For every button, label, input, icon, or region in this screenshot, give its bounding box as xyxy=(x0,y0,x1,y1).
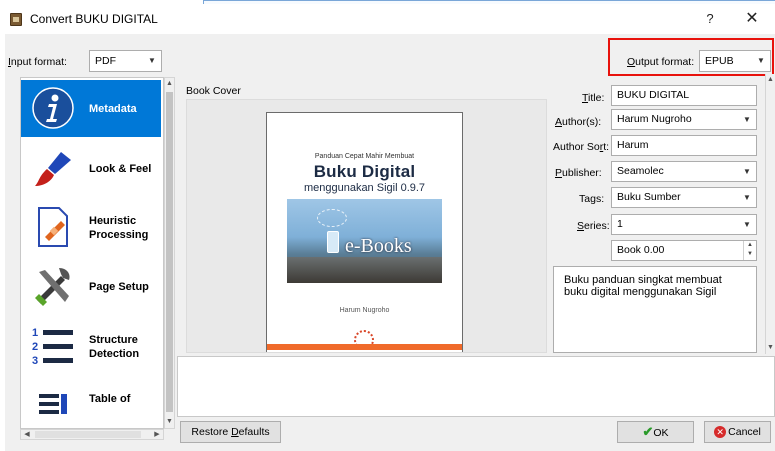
tags-combobox[interactable]: Buku Sumber ▼ xyxy=(611,187,757,208)
cover-small-text: Panduan Cepat Mahir Membuat xyxy=(314,153,415,160)
input-format-label: Input format: xyxy=(8,56,67,68)
book-number-value: Book 0.00 xyxy=(617,244,665,256)
publisher-combobox[interactable]: Seamolec ▼ xyxy=(611,161,757,182)
series-label: Series: xyxy=(577,220,610,232)
city-skyline xyxy=(287,257,442,283)
numbered-list-icon: 1 2 3 xyxy=(31,324,75,368)
tools-icon xyxy=(31,264,75,308)
close-button[interactable]: ✕ xyxy=(737,8,767,30)
chevron-down-icon[interactable]: ▼ xyxy=(738,188,756,207)
series-value: 1 xyxy=(617,218,623,230)
sidebar-item-label: Heuristic Processing xyxy=(89,215,149,241)
restore-defaults-button[interactable]: Restore Defaults xyxy=(180,421,281,443)
cover-bottom-band xyxy=(267,344,462,350)
scroll-down-icon[interactable]: ▼ xyxy=(165,416,174,428)
author-sort-field[interactable]: Harum xyxy=(611,135,757,156)
toc-icon xyxy=(31,384,75,428)
checkmark-icon: ✔ xyxy=(642,424,654,439)
author-sort-label: Author Sort: xyxy=(553,141,610,153)
scroll-right-icon[interactable]: ▶ xyxy=(151,430,163,439)
chevron-down-icon[interactable]: ▼ xyxy=(738,215,756,234)
cover-photo: e-Books xyxy=(287,199,442,283)
details-panel xyxy=(177,356,775,417)
scrollbar-thumb[interactable] xyxy=(35,431,141,438)
ok-label: OK xyxy=(653,427,669,439)
book-cover-preview[interactable]: Panduan Cepat Mahir Membuat Buku Digital… xyxy=(186,99,547,353)
dialog-body: Input format: PDF ▼ Output format: EPUB … xyxy=(5,34,775,451)
chevron-down-icon: ▼ xyxy=(148,56,156,65)
sidebar-item-heuristic-processing[interactable]: Heuristic Processing xyxy=(21,199,161,256)
cover-title: Buku Digital xyxy=(313,162,416,181)
scroll-down-icon[interactable]: ▼ xyxy=(766,342,775,354)
ok-button[interactable]: ✔OK xyxy=(617,421,694,443)
comments-editor[interactable]: Buku panduan singkat membuat buku digita… xyxy=(553,266,757,353)
sidebar-item-label: Page Setup xyxy=(89,281,149,293)
sidebar-item-label: Metadata xyxy=(89,103,137,115)
authors-value: Harum Nugroho xyxy=(617,113,692,125)
sidebar-item-label: Structure Detection xyxy=(89,334,140,360)
output-format-label: Output format: xyxy=(627,56,695,68)
cover-image: Panduan Cepat Mahir Membuat Buku Digital… xyxy=(266,112,463,352)
output-format-dropdown[interactable]: EPUB ▼ xyxy=(699,50,771,72)
authors-label: Author(s): xyxy=(555,116,602,128)
cover-author: Harum Nugroho xyxy=(339,307,390,314)
sidebar-item-table-of-contents[interactable]: Table of xyxy=(21,378,161,428)
sidebar-item-structure-detection[interactable]: 1 2 3 Structure Detection xyxy=(21,318,161,375)
tags-value: Buku Sumber xyxy=(617,191,681,203)
title-bar: Convert BUKU DIGITAL ? ✕ xyxy=(0,4,775,32)
book-number-spinbox[interactable]: Book 0.00 ▲ ▼ xyxy=(611,240,757,261)
scroll-up-icon[interactable]: ▲ xyxy=(165,78,174,90)
cancel-button[interactable]: ✕ Cancel xyxy=(704,421,771,443)
window-title: Convert BUKU DIGITAL xyxy=(30,12,158,26)
sidebar-item-look-feel[interactable]: Look & Feel xyxy=(21,140,161,197)
metadata-vertical-scrollbar[interactable]: ▲ ▼ xyxy=(765,74,775,354)
help-button[interactable]: ? xyxy=(695,8,725,30)
sidebar-item-page-setup[interactable]: Page Setup xyxy=(21,258,161,315)
scroll-left-icon[interactable]: ◀ xyxy=(21,430,33,439)
sidebar-item-label: Table of xyxy=(89,393,131,405)
sidebar-item-metadata[interactable]: Metadata xyxy=(21,80,161,137)
output-format-value: EPUB xyxy=(705,55,734,67)
sidebar-vertical-scrollbar[interactable]: ▲ ▼ xyxy=(164,77,175,429)
series-combobox[interactable]: 1 ▼ xyxy=(611,214,757,235)
svg-text:1: 1 xyxy=(32,327,38,339)
document-bandage-icon xyxy=(31,205,75,249)
book-cover-label: Book Cover xyxy=(186,85,241,97)
sidebar: Metadata Look & Feel Heuristic Processin… xyxy=(20,77,164,429)
paintbrush-icon xyxy=(31,146,75,190)
title-field[interactable]: BUKU DIGITAL xyxy=(611,85,757,106)
chevron-down-icon: ▼ xyxy=(757,56,765,65)
tags-label: Tags: xyxy=(579,193,605,205)
cover-image-text: e-Books xyxy=(345,235,412,257)
publisher-value: Seamolec xyxy=(617,165,664,177)
chevron-down-icon[interactable]: ▼ xyxy=(738,110,756,129)
input-format-value: PDF xyxy=(95,55,116,67)
publisher-label: Publisher: xyxy=(555,167,602,179)
scrollbar-thumb[interactable] xyxy=(166,92,173,412)
cover-subtitle: menggunakan Sigil 0.9.7 xyxy=(303,182,426,194)
sidebar-item-label: Look & Feel xyxy=(89,163,152,175)
svg-text:2: 2 xyxy=(32,341,38,353)
input-format-dropdown[interactable]: PDF ▼ xyxy=(89,50,162,72)
sidebar-horizontal-scrollbar[interactable]: ◀ ▶ xyxy=(20,429,164,440)
scroll-up-icon[interactable]: ▲ xyxy=(766,74,775,86)
info-icon xyxy=(31,86,75,130)
chevron-down-icon[interactable]: ▼ xyxy=(738,162,756,181)
phone-icon xyxy=(327,231,339,253)
cancel-icon: ✕ xyxy=(714,426,727,439)
svg-text:3: 3 xyxy=(32,355,38,367)
cloud-icon xyxy=(317,209,347,227)
cancel-label: Cancel xyxy=(728,426,761,438)
calibre-app-icon xyxy=(10,13,22,26)
spin-arrows-icon[interactable]: ▲ ▼ xyxy=(743,241,756,260)
authors-combobox[interactable]: Harum Nugroho ▼ xyxy=(611,109,757,130)
title-label: Title: xyxy=(582,92,605,104)
